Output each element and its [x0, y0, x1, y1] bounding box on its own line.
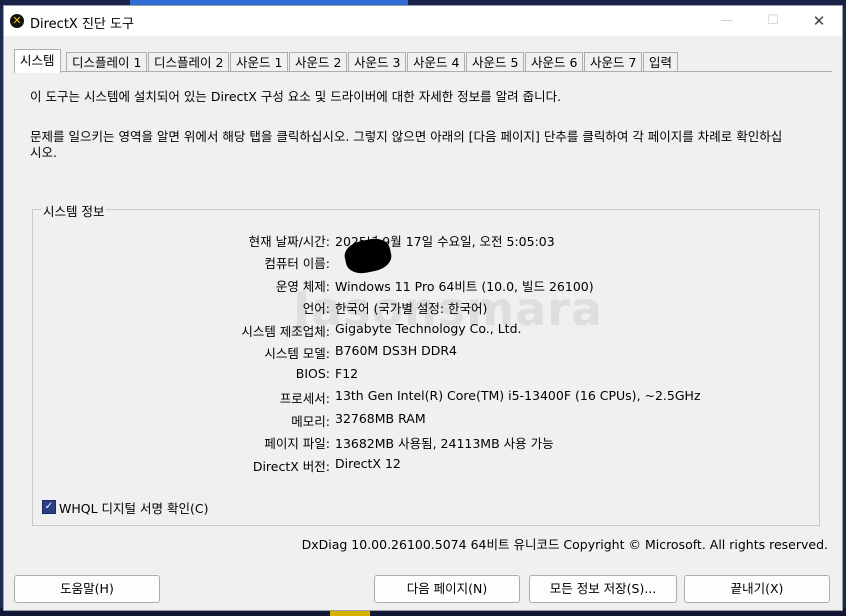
row-computer-name: 컴퓨터 이름:: [33, 253, 819, 271]
row-processor: 프로세서: 13th Gen Intel(R) Core(TM) i5-1340…: [33, 388, 819, 406]
group-title: 시스템 정보: [41, 201, 107, 220]
row-datetime: 현재 날짜/시간: 2025년 9월 17일 수요일, 오전 5:05:03: [33, 231, 819, 249]
next-page-button[interactable]: 다음 페이지(N): [374, 575, 520, 603]
close-button[interactable]: ✕: [796, 6, 842, 36]
tab-sound-7[interactable]: 사운드 7: [584, 52, 643, 72]
minimize-icon: —: [720, 13, 734, 28]
directx-icon: ✕: [10, 14, 24, 28]
dxdiag-window: ✕ DirectX 진단 도구 — ☐ ✕ 시스템 디스플레이 1 디스플레이 …: [3, 5, 843, 611]
row-page-file: 페이지 파일: 13682MB 사용됨, 24113MB 사용 가능: [33, 433, 819, 451]
info-label: 시스템 제조업체:: [241, 324, 330, 339]
row-memory: 메모리: 32768MB RAM: [33, 411, 819, 429]
row-language: 언어: 한국어 (국가별 설정: 한국어): [33, 298, 819, 316]
row-model: 시스템 모델: B760M DS3H DDR4: [33, 343, 819, 361]
info-label: 시스템 모델:: [264, 346, 330, 361]
info-value: 한국어 (국가별 설정: 한국어): [335, 301, 488, 316]
tab-sound-5[interactable]: 사운드 5: [466, 52, 525, 72]
info-value: F12: [335, 366, 359, 381]
info-label: 프로세서:: [279, 391, 330, 406]
row-bios: BIOS: F12: [33, 366, 819, 384]
exit-button[interactable]: 끝내기(X): [684, 575, 830, 603]
info-value: Gigabyte Technology Co., Ltd.: [335, 321, 522, 336]
info-value: B760M DS3H DDR4: [335, 343, 457, 358]
version-copyright: DxDiag 10.00.26100.5074 64비트 유니코드 Copyri…: [301, 537, 828, 552]
info-label: BIOS:: [295, 366, 330, 381]
tab-sound-2[interactable]: 사운드 2: [289, 52, 348, 72]
window-title: DirectX 진단 도구: [30, 17, 134, 32]
info-value: Windows 11 Pro 64비트 (10.0, 빌드 26100): [335, 279, 594, 294]
system-info-group: 시스템 정보 Jasonsmara 현재 날짜/시간: 2025년 9월 17일…: [32, 201, 820, 526]
tab-input[interactable]: 입력: [643, 52, 679, 72]
tab-display-2[interactable]: 디스플레이 2: [148, 52, 230, 72]
instruction-text: 문제를 일으키는 영역을 알면 위에서 해당 탭을 클릭하십시오. 그렇지 않으…: [30, 129, 783, 160]
info-value: DirectX 12: [335, 456, 401, 471]
maximize-icon: ☐: [767, 13, 779, 28]
tab-sound-4[interactable]: 사운드 4: [407, 52, 466, 72]
info-value: 13th Gen Intel(R) Core(TM) i5-13400F (16…: [335, 388, 701, 403]
whql-label[interactable]: WHQL 디지털 서명 확인(C): [59, 498, 208, 517]
intro-text: 이 도구는 시스템에 설치되어 있는 DirectX 구성 요소 및 드라이버에…: [30, 89, 562, 104]
info-label: DirectX 버전:: [252, 459, 330, 474]
info-label: 현재 날짜/시간:: [248, 234, 330, 249]
info-label: 운영 체제:: [275, 279, 330, 294]
tab-sound-3[interactable]: 사운드 3: [348, 52, 407, 72]
info-label: 페이지 파일:: [264, 436, 330, 451]
info-label: 메모리:: [291, 414, 330, 429]
info-label: 컴퓨터 이름:: [264, 256, 330, 271]
row-os: 운영 체제: Windows 11 Pro 64비트 (10.0, 빌드 261…: [33, 276, 819, 294]
tab-sound-6[interactable]: 사운드 6: [525, 52, 584, 72]
tab-system[interactable]: 시스템: [14, 49, 61, 73]
system-tab-panel: 이 도구는 시스템에 설치되어 있는 DirectX 구성 요소 및 드라이버에…: [14, 72, 832, 572]
row-directx-version: DirectX 버전: DirectX 12: [33, 456, 819, 474]
tab-sound-1[interactable]: 사운드 1: [230, 52, 289, 72]
info-label: 언어:: [302, 301, 330, 316]
save-all-info-button[interactable]: 모든 정보 저장(S)...: [529, 575, 677, 603]
info-value: 32768MB RAM: [335, 411, 426, 426]
title-bar[interactable]: ✕ DirectX 진단 도구 — ☐ ✕: [4, 6, 842, 36]
row-manufacturer: 시스템 제조업체: Gigabyte Technology Co., Ltd.: [33, 321, 819, 339]
info-value: 13682MB 사용됨, 24113MB 사용 가능: [335, 436, 554, 451]
tab-display-1[interactable]: 디스플레이 1: [66, 52, 148, 72]
help-button[interactable]: 도움말(H): [14, 575, 160, 603]
whql-checkbox[interactable]: ✓: [42, 500, 56, 514]
